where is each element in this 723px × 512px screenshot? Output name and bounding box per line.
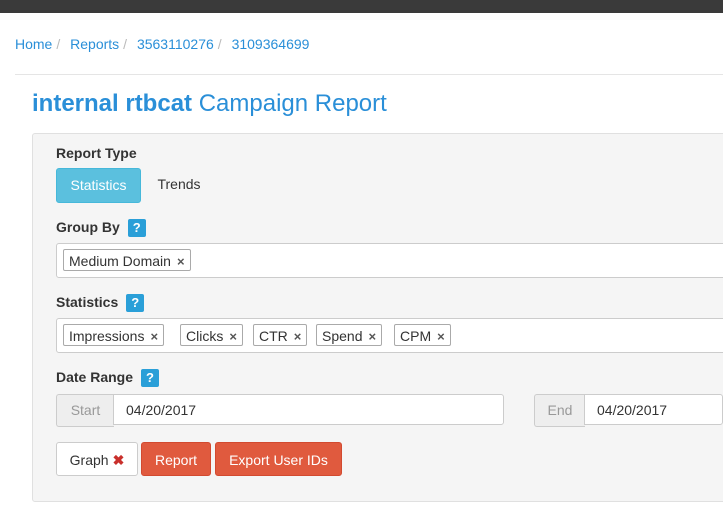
report-button[interactable]: Report	[141, 442, 211, 476]
end-date-addon: End	[534, 394, 585, 427]
statistics-tag-cpm: CPM ×	[394, 324, 451, 346]
tag-label: Medium Domain	[69, 253, 171, 269]
statistics-tab-button[interactable]: Statistics	[56, 168, 141, 203]
statistics-tag-impressions: Impressions ×	[63, 324, 165, 348]
statistics-help-icon[interactable]: ?	[126, 294, 145, 313]
date-range-label-text: Date Range	[56, 369, 134, 385]
breadcrumb-campaign[interactable]: 3109364699	[232, 36, 310, 52]
trends-tab-button[interactable]: Trends	[145, 168, 213, 201]
date-range-help-icon[interactable]: ?	[141, 369, 160, 388]
graph-button[interactable]: Graph ✖	[56, 442, 138, 476]
statistics-input[interactable]: Impressions × Clicks × CTR × Spend × CPM ×	[56, 318, 723, 353]
start-date-addon: Start	[56, 394, 114, 427]
breadcrumb-divider	[15, 74, 723, 75]
remove-tag-icon[interactable]: ×	[177, 251, 185, 273]
graph-remove-icon: ✖	[112, 452, 125, 468]
remove-tag-icon[interactable]: ×	[229, 326, 237, 348]
breadcrumb-account[interactable]: 3563110276	[137, 36, 214, 52]
page-title-text: Campaign Report	[198, 90, 387, 117]
tag-label: Impressions	[69, 328, 145, 344]
start-date-input[interactable]: 04/20/2017	[113, 394, 504, 425]
remove-tag-icon[interactable]: ×	[150, 326, 158, 348]
statistics-tag-ctr: CTR ×	[253, 324, 308, 348]
page-title: internal rtbcat Campaign Report	[32, 90, 387, 118]
remove-tag-icon[interactable]: ×	[437, 326, 445, 348]
statistics-tag-spend: Spend ×	[316, 324, 383, 348]
top-bar	[0, 0, 723, 13]
end-date-input[interactable]: 04/20/2017	[584, 394, 723, 425]
export-user-ids-button[interactable]: Export User IDs	[215, 442, 342, 476]
report-type-label: Report Type	[56, 145, 137, 161]
remove-tag-icon[interactable]: ×	[294, 326, 302, 348]
statistics-tag-clicks: Clicks ×	[180, 324, 243, 346]
group-by-tag-medium-domain: Medium Domain ×	[63, 249, 191, 271]
breadcrumb-reports[interactable]: Reports	[70, 36, 119, 52]
tag-label: CTR	[259, 328, 288, 344]
tag-label: Spend	[322, 328, 363, 344]
group-by-label-text: Group By	[56, 219, 120, 235]
graph-button-label: Graph	[69, 452, 109, 468]
statistics-label-text: Statistics	[56, 294, 119, 310]
remove-tag-icon[interactable]: ×	[368, 326, 376, 348]
tag-label: Clicks	[186, 328, 224, 344]
group-by-input[interactable]: Medium Domain ×	[56, 243, 723, 278]
group-by-help-icon[interactable]: ?	[127, 219, 146, 238]
statistics-label: Statistics?	[56, 294, 145, 313]
group-by-label: Group By?	[56, 219, 146, 238]
page-title-account: internal rtbcat	[32, 90, 193, 117]
date-range-label: Date Range?	[56, 369, 160, 388]
breadcrumb-home[interactable]: Home	[15, 36, 52, 52]
tag-label: CPM	[400, 328, 432, 344]
breadcrumb: Home / Reports/ 3563110276/ 3109364699	[15, 36, 310, 52]
